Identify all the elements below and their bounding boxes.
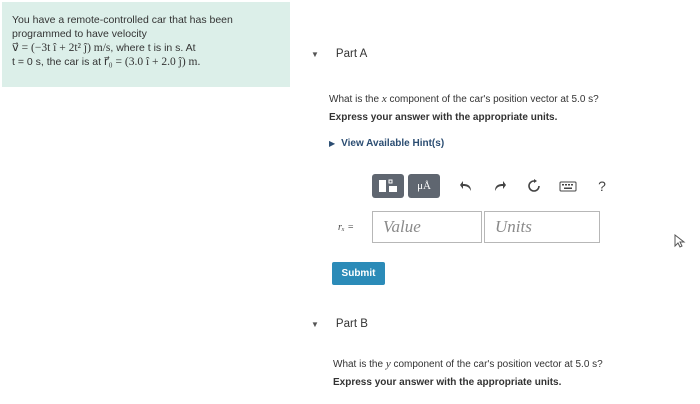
view-hints-link[interactable]: ▶ View Available Hint(s) bbox=[329, 138, 444, 149]
collapse-triangle-icon-b[interactable]: ▼ bbox=[311, 320, 319, 329]
submit-button[interactable]: Submit bbox=[332, 262, 385, 285]
part-a-question-prefix: What is the bbox=[329, 94, 382, 105]
templates-icon bbox=[379, 179, 397, 192]
units-field-wrapper bbox=[484, 211, 600, 243]
help-label: ? bbox=[598, 178, 606, 194]
keyboard-icon[interactable] bbox=[556, 174, 580, 198]
redo-icon[interactable] bbox=[488, 174, 512, 198]
part-a-title: Part A bbox=[335, 48, 368, 60]
part-b-question-prefix: What is the bbox=[333, 359, 386, 370]
answer-variable-label: rₓ = bbox=[338, 222, 354, 233]
expand-triangle-icon: ▶ bbox=[329, 139, 336, 148]
part-b-header[interactable]: ▼ Part B bbox=[311, 318, 368, 330]
problem-line-2: programmed to have velocity bbox=[12, 28, 147, 40]
units-input[interactable] bbox=[485, 212, 599, 242]
problem-line-4: t = 0 s, the car is at r⃗₀ = (3.0 î + 2.… bbox=[12, 55, 280, 69]
part-b-instruction: Express your answer with the appropriate… bbox=[333, 377, 562, 388]
problem-line-1: You have a remote-controlled car that ha… bbox=[12, 14, 233, 26]
problem-line-4-prefix: t = 0 s, the car is at bbox=[12, 56, 104, 68]
problem-line-3-suffix: , where t is in s. At bbox=[110, 42, 196, 54]
units-symbol-button[interactable]: μÅ bbox=[408, 174, 440, 198]
keyboard-glyph bbox=[559, 181, 577, 192]
problem-line-3: v⃗ = (−3t î + 2t² ĵ) m/s, where t is in … bbox=[12, 41, 280, 55]
initial-position-equation: r⃗₀ = (3.0 î + 2.0 ĵ) m. bbox=[103, 56, 201, 68]
velocity-equation: v⃗ = (−3t î + 2t² ĵ) m/s bbox=[12, 42, 111, 54]
part-a-instruction: Express your answer with the appropriate… bbox=[329, 112, 558, 123]
answer-toolbar: μÅ ? bbox=[372, 174, 614, 198]
mouse-cursor-icon bbox=[674, 234, 686, 248]
templates-button[interactable] bbox=[372, 174, 404, 198]
help-icon[interactable]: ? bbox=[590, 174, 614, 198]
part-a-header[interactable]: ▼ Part A bbox=[311, 48, 367, 60]
part-b-question-suffix: component of the car's position vector a… bbox=[390, 359, 603, 370]
units-symbol-label: μÅ bbox=[417, 180, 431, 192]
problem-statement: You have a remote-controlled car that ha… bbox=[2, 2, 290, 87]
collapse-triangle-icon[interactable]: ▼ bbox=[311, 50, 319, 59]
redo-glyph bbox=[495, 181, 506, 191]
reset-glyph bbox=[528, 179, 540, 192]
value-input[interactable] bbox=[373, 212, 481, 242]
undo-glyph bbox=[460, 181, 471, 191]
part-a-question: What is the x component of the car's pos… bbox=[329, 93, 599, 105]
value-field-wrapper bbox=[372, 211, 482, 243]
part-b-title: Part B bbox=[335, 318, 368, 330]
undo-icon[interactable] bbox=[454, 174, 478, 198]
reset-icon[interactable] bbox=[522, 174, 546, 198]
view-hints-label: View Available Hint(s) bbox=[341, 138, 445, 149]
part-b-question: What is the y component of the car's pos… bbox=[333, 358, 603, 370]
part-a-question-suffix: component of the car's position vector a… bbox=[386, 94, 599, 105]
